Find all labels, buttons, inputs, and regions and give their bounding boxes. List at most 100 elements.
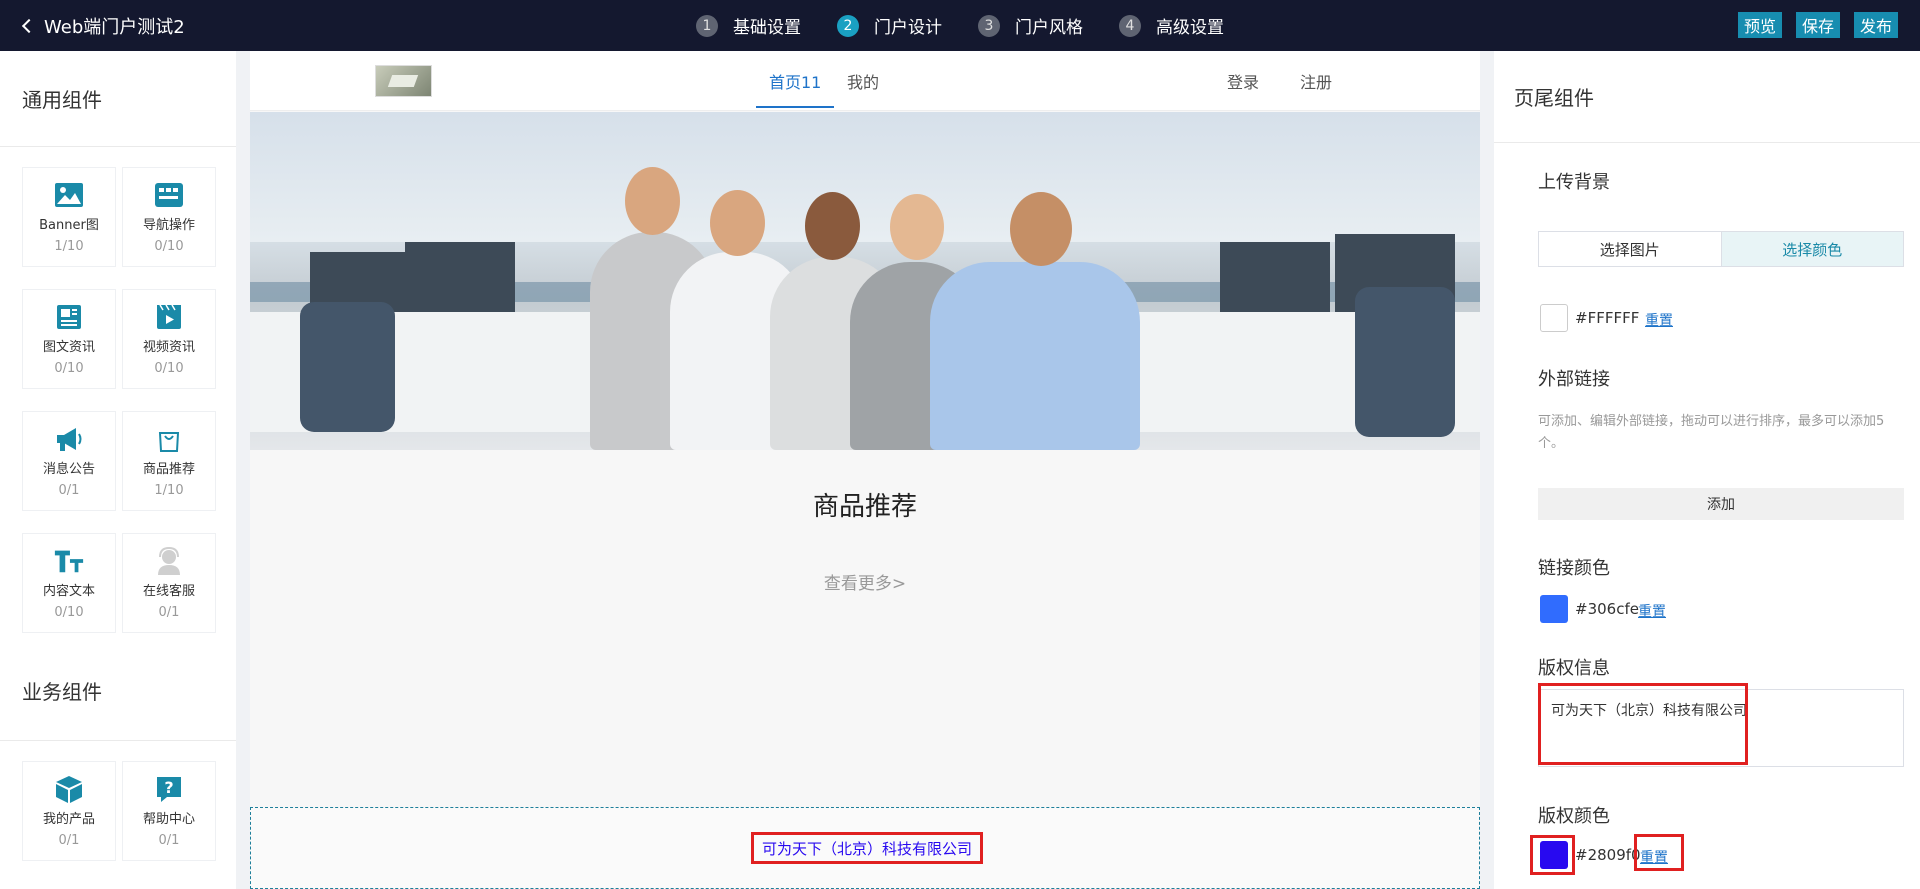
step-portal-design[interactable]: 2 门户设计 — [837, 13, 942, 38]
cube-icon — [53, 774, 85, 804]
design-canvas: 首页11 我的 登录 注册 商品推荐 查看更多> 可为天下（北京）科技有限公司 — [250, 51, 1480, 889]
copyright-info-input[interactable]: 可为天下（北京）科技有限公司 — [1538, 689, 1904, 767]
component-count: 0/1 — [58, 483, 80, 498]
panel-title: 页尾组件 — [1494, 51, 1920, 143]
business-components-title: 业务组件 — [0, 641, 236, 741]
background-type-toggle: 选择图片 选择颜色 — [1538, 231, 1904, 267]
choose-image-option[interactable]: 选择图片 — [1539, 232, 1721, 266]
link-color-label: 链接颜色 — [1538, 558, 1610, 579]
component-count: 0/10 — [154, 239, 184, 254]
component-panel: 通用组件 Banner图 1/10 导航操作 0/10 图文资讯 0/10 视频… — [0, 51, 236, 889]
banner-image[interactable] — [250, 112, 1480, 450]
copyright-color-reset-link[interactable]: 重置 — [1640, 847, 1668, 867]
nav-grid-icon — [153, 180, 185, 210]
site-header[interactable]: 首页11 我的 登录 注册 — [250, 51, 1480, 111]
banner-chair — [300, 302, 395, 432]
copyright-color-label: 版权颜色 — [1538, 806, 1610, 827]
component-label: 视频资讯 — [142, 340, 195, 355]
add-link-button[interactable]: 添加 — [1538, 488, 1904, 520]
step-basic-settings[interactable]: 1 基础设置 — [696, 13, 801, 38]
save-button[interactable]: 保存 — [1795, 12, 1840, 38]
component-count: 0/1 — [58, 833, 80, 848]
background-color-reset-link[interactable]: 重置 — [1645, 310, 1673, 330]
component-label: 在线客服 — [142, 584, 195, 599]
nav-home[interactable]: 首页11 — [769, 69, 821, 93]
svg-text:?: ? — [164, 778, 173, 797]
step-number: 1 — [696, 14, 718, 37]
view-more-link[interactable]: 查看更多> — [250, 569, 1480, 594]
component-count: 1/10 — [54, 239, 84, 254]
external-links-label: 外部链接 — [1538, 369, 1610, 390]
banner-person — [930, 262, 1140, 450]
link-color-reset-link[interactable]: 重置 — [1638, 601, 1666, 621]
component-count: 0/10 — [54, 361, 84, 376]
component-product-recommend[interactable]: 商品推荐 1/10 — [122, 411, 216, 511]
component-online-service[interactable]: 在线客服 0/1 — [122, 533, 216, 633]
publish-button[interactable]: 发布 — [1853, 12, 1898, 38]
video-icon — [153, 302, 185, 332]
component-count: 0/10 — [54, 605, 84, 620]
step-number: 4 — [1119, 14, 1141, 37]
step-label: 门户风格 — [1015, 18, 1083, 38]
help-icon: ? — [153, 774, 185, 804]
link-color-swatch[interactable] — [1540, 595, 1568, 623]
background-color-swatch[interactable] — [1540, 304, 1568, 332]
nav-login[interactable]: 登录 — [1227, 69, 1259, 93]
banner-chair — [1355, 287, 1455, 437]
business-components-grid: 我的产品 0/1 ? 帮助中心 0/1 — [0, 741, 236, 861]
component-label: 内容文本 — [42, 584, 95, 599]
general-components-title: 通用组件 — [0, 51, 236, 147]
choose-color-option[interactable]: 选择颜色 — [1720, 232, 1903, 266]
component-count: 0/10 — [154, 361, 184, 376]
footer-copyright-text: 可为天下（北京）科技有限公司 — [751, 832, 983, 864]
shopping-bag-icon — [153, 424, 185, 454]
site-logo — [375, 65, 432, 97]
component-label: 导航操作 — [142, 218, 195, 233]
component-label: 帮助中心 — [142, 812, 195, 827]
preview-button[interactable]: 预览 — [1737, 12, 1782, 38]
customer-service-icon — [153, 546, 185, 576]
back-button[interactable]: Web端门户测试2 — [21, 0, 185, 51]
link-color-value: #306cfe — [1575, 600, 1639, 618]
component-announcement[interactable]: 消息公告 0/1 — [22, 411, 116, 511]
component-article-news[interactable]: 图文资讯 0/10 — [22, 289, 116, 389]
step-label: 高级设置 — [1156, 18, 1224, 38]
component-banner[interactable]: Banner图 1/10 — [22, 167, 116, 267]
image-icon — [53, 180, 85, 210]
component-label: 消息公告 — [42, 462, 95, 477]
component-label: 我的产品 — [42, 812, 95, 827]
banner-person-head — [805, 192, 860, 260]
megaphone-icon — [53, 424, 85, 454]
banner-sky — [250, 112, 1480, 242]
copyright-color-swatch[interactable] — [1540, 841, 1568, 869]
nav-mine[interactable]: 我的 — [847, 69, 879, 93]
banner-monitor — [1220, 242, 1330, 312]
step-portal-style[interactable]: 3 门户风格 — [978, 13, 1083, 38]
banner-person-head — [1010, 192, 1072, 266]
banner-person-head — [710, 190, 765, 256]
component-help-center[interactable]: ? 帮助中心 0/1 — [122, 761, 216, 861]
step-nav: 1 基础设置 2 门户设计 3 门户风格 4 高级设置 — [696, 0, 1260, 51]
component-video-news[interactable]: 视频资讯 0/10 — [122, 289, 216, 389]
banner-person-head — [625, 167, 680, 235]
article-icon — [53, 302, 85, 332]
general-components-grid: Banner图 1/10 导航操作 0/10 图文资讯 0/10 视频资讯 0/… — [0, 147, 236, 633]
banner-monitor — [405, 242, 515, 312]
component-count: 1/10 — [154, 483, 184, 498]
top-actions: 预览 保存 发布 — [1724, 12, 1898, 38]
upload-background-label: 上传背景 — [1538, 172, 1610, 193]
component-label: Banner图 — [39, 218, 99, 233]
nav-register[interactable]: 注册 — [1300, 69, 1332, 93]
text-icon — [53, 546, 85, 576]
component-content-text[interactable]: 内容文本 0/10 — [22, 533, 116, 633]
copyright-info-label: 版权信息 — [1538, 658, 1610, 679]
step-number: 3 — [978, 14, 1000, 37]
component-my-product[interactable]: 我的产品 0/1 — [22, 761, 116, 861]
top-bar: Web端门户测试2 1 基础设置 2 门户设计 3 门户风格 4 高级设置 预览… — [0, 0, 1920, 51]
product-recommend-heading: 商品推荐 — [812, 492, 917, 522]
component-nav-operation[interactable]: 导航操作 0/10 — [122, 167, 216, 267]
chevron-left-icon — [21, 18, 37, 34]
footer-component[interactable]: 可为天下（北京）科技有限公司 — [250, 807, 1480, 889]
step-advanced-settings[interactable]: 4 高级设置 — [1119, 13, 1224, 38]
external-links-hint: 可添加、编辑外部链接，拖动可以进行排序，最多可以添加5个。 — [1538, 414, 1885, 451]
